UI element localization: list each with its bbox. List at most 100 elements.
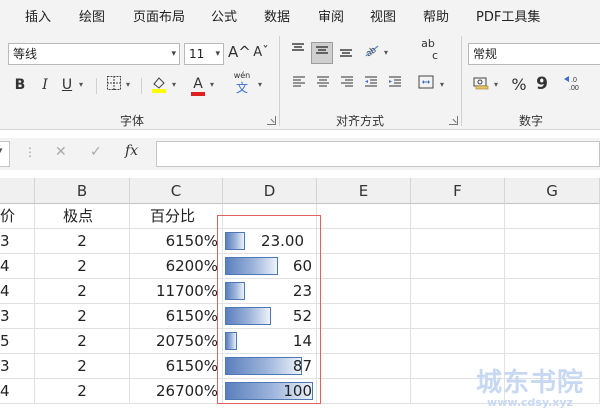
cell-e-row-3[interactable]: [317, 279, 411, 304]
chevron-down-icon[interactable]: ▾: [210, 75, 214, 95]
cell-f-header[interactable]: [411, 204, 505, 229]
align-left-icon[interactable]: [290, 75, 308, 95]
column-header-b[interactable]: B: [35, 178, 130, 204]
alignment-dialog-launcher-icon[interactable]: [449, 116, 458, 125]
cell-c-header[interactable]: 百分比: [130, 204, 223, 229]
font-color-icon[interactable]: A: [188, 74, 208, 96]
cell-c-row-1[interactable]: 6150%: [130, 229, 223, 254]
bold-button[interactable]: B: [12, 75, 28, 95]
formula-input[interactable]: [156, 141, 600, 167]
cell-d-row-7[interactable]: 100: [223, 379, 317, 404]
cell-c-row-5[interactable]: 20750%: [130, 329, 223, 354]
chevron-down-icon[interactable]: ▾: [494, 75, 498, 95]
column-header-g[interactable]: G: [505, 178, 600, 204]
cell-d-row-6[interactable]: 87: [223, 354, 317, 379]
cell-b-row-5[interactable]: 2: [35, 329, 130, 354]
shrink-font-icon[interactable]: Aˇ: [252, 43, 270, 63]
cell-g-row-5[interactable]: [505, 329, 600, 354]
cell-a-row-4[interactable]: 3: [0, 304, 35, 329]
fill-color-icon[interactable]: [148, 74, 170, 100]
wrap-text-icon[interactable]: ab c: [418, 38, 438, 62]
cell-c-row-4[interactable]: 6150%: [130, 304, 223, 329]
cancel-icon[interactable]: ✕: [55, 144, 67, 160]
align-right-icon[interactable]: [338, 75, 356, 95]
decrease-indent-icon[interactable]: [362, 75, 380, 95]
merge-center-icon[interactable]: [416, 75, 436, 95]
cell-d-row-3[interactable]: 23: [223, 279, 317, 304]
chevron-down-icon[interactable]: ▾: [126, 75, 130, 95]
cell-a-row-3[interactable]: 4: [0, 279, 35, 304]
tab-review[interactable]: 审阅: [318, 6, 344, 25]
phonetic-guide-icon[interactable]: wén 文: [230, 70, 254, 94]
cell-f-row-4[interactable]: [411, 304, 505, 329]
column-header-a[interactable]: [0, 178, 35, 204]
cell-f-row-3[interactable]: [411, 279, 505, 304]
border-icon[interactable]: [104, 75, 124, 97]
cell-e-row-1[interactable]: [317, 229, 411, 254]
cell-e-header[interactable]: [317, 204, 411, 229]
underline-button[interactable]: U: [60, 75, 74, 95]
align-top-icon[interactable]: [288, 42, 308, 62]
increase-indent-icon[interactable]: [386, 75, 404, 95]
increase-decimal-icon[interactable]: .0.00: [562, 75, 586, 97]
cell-e-row-7[interactable]: [317, 379, 411, 404]
font-dialog-launcher-icon[interactable]: [267, 116, 276, 125]
cell-a-row-1[interactable]: 3: [0, 229, 35, 254]
cell-e-row-6[interactable]: [317, 354, 411, 379]
grow-font-icon[interactable]: A^: [228, 42, 251, 62]
align-center-icon[interactable]: [314, 75, 332, 95]
number-format-select[interactable]: 常规: [468, 43, 600, 65]
cell-f-row-1[interactable]: [411, 229, 505, 254]
cell-e-row-5[interactable]: [317, 329, 411, 354]
align-middle-icon[interactable]: [311, 42, 333, 64]
tab-pdf-tools[interactable]: PDF工具集: [476, 6, 540, 25]
chevron-down-icon[interactable]: ▾: [440, 75, 444, 95]
cell-g-row-4[interactable]: [505, 304, 600, 329]
tab-view[interactable]: 视图: [370, 6, 396, 25]
cell-d-row-4[interactable]: 52: [223, 304, 317, 329]
cell-c-row-2[interactable]: 6200%: [130, 254, 223, 279]
cell-a-header[interactable]: 价: [0, 204, 35, 229]
drag-handle-icon[interactable]: ⋮: [24, 145, 36, 159]
cell-g-row-1[interactable]: [505, 229, 600, 254]
cell-a-row-5[interactable]: 5: [0, 329, 35, 354]
cell-c-row-6[interactable]: 6150%: [130, 354, 223, 379]
chevron-down-icon[interactable]: ▾: [384, 43, 388, 63]
comma-style-button[interactable]: 9: [535, 74, 549, 94]
font-size-select[interactable]: 11 ▾: [184, 43, 224, 65]
cell-f-row-2[interactable]: [411, 254, 505, 279]
chevron-down-icon[interactable]: ▾: [79, 75, 83, 95]
cell-e-row-2[interactable]: [317, 254, 411, 279]
cell-b-row-4[interactable]: 2: [35, 304, 130, 329]
cell-g-row-2[interactable]: [505, 254, 600, 279]
cell-b-header[interactable]: 极点: [35, 204, 130, 229]
align-bottom-icon[interactable]: [336, 44, 356, 64]
chevron-down-icon[interactable]: ▾: [258, 75, 262, 95]
chevron-down-icon[interactable]: ▾: [0, 146, 3, 156]
chevron-down-icon[interactable]: ▾: [172, 75, 176, 95]
tab-draw[interactable]: 绘图: [79, 6, 105, 25]
cell-b-row-1[interactable]: 2: [35, 229, 130, 254]
column-header-c[interactable]: C: [130, 178, 223, 204]
cell-d-row-5[interactable]: 14: [223, 329, 317, 354]
cell-g-row-3[interactable]: [505, 279, 600, 304]
font-name-select[interactable]: 等线 ▾: [8, 43, 180, 65]
tab-insert[interactable]: 插入: [25, 6, 51, 25]
accounting-format-icon[interactable]: [470, 75, 492, 97]
cell-d-row-2[interactable]: 60: [223, 254, 317, 279]
tab-data[interactable]: 数据: [264, 6, 290, 25]
cell-a-row-7[interactable]: 4: [0, 379, 35, 404]
tab-page-layout[interactable]: 页面布局: [133, 6, 185, 25]
cell-f-row-5[interactable]: [411, 329, 505, 354]
cell-e-row-4[interactable]: [317, 304, 411, 329]
cell-b-row-3[interactable]: 2: [35, 279, 130, 304]
cell-c-row-7[interactable]: 26700%: [130, 379, 223, 404]
italic-button[interactable]: I: [38, 75, 52, 95]
cell-g-header[interactable]: [505, 204, 600, 229]
insert-function-icon[interactable]: fx: [125, 143, 138, 159]
percent-style-button[interactable]: %: [509, 75, 529, 95]
cell-d-header[interactable]: [223, 204, 317, 229]
cell-b-row-7[interactable]: 2: [35, 379, 130, 404]
cell-b-row-6[interactable]: 2: [35, 354, 130, 379]
cell-c-row-3[interactable]: 11700%: [130, 279, 223, 304]
